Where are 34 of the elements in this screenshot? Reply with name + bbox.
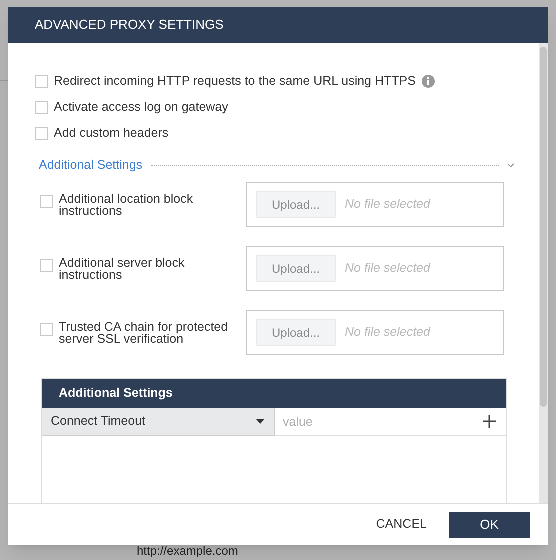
chevron-icon[interactable] <box>507 162 515 168</box>
upload-label: Trusted CA chain for protected server SSL verification <box>59 320 230 344</box>
option-label: Add custom headers <box>54 124 169 142</box>
file-upload-field[interactable]: Upload... No file selected <box>246 310 504 355</box>
value-field[interactable]: value <box>275 408 506 436</box>
ok-button[interactable]: OK <box>449 512 530 538</box>
file-status: No file selected <box>345 196 430 214</box>
option-label: Activate access log on gateway <box>54 98 228 116</box>
upload-button[interactable]: Upload... <box>256 255 336 282</box>
table-title: Additional Settings <box>59 385 173 402</box>
info-icon[interactable] <box>422 74 435 88</box>
checkbox[interactable] <box>35 100 48 114</box>
file-status: No file selected <box>345 260 430 278</box>
url-text: http://example.com <box>137 544 238 558</box>
checkbox[interactable] <box>35 126 48 140</box>
section-toggle[interactable]: Additional Settings <box>39 156 143 174</box>
file-status: No file selected <box>345 324 430 342</box>
upload-button[interactable]: Upload... <box>256 319 336 346</box>
upload-button[interactable]: Upload... <box>256 191 336 218</box>
cancel-button[interactable]: CANCEL <box>376 515 427 534</box>
add-icon[interactable] <box>483 415 496 428</box>
dialog-title: ADVANCED PROXY SETTINGS <box>35 16 224 34</box>
checkbox[interactable] <box>40 258 53 272</box>
checkbox[interactable] <box>40 194 53 208</box>
upload-label: Additional server block instructions <box>59 256 186 280</box>
dropdown-icon <box>256 419 265 424</box>
setting-select[interactable]: Connect Timeout <box>42 408 275 436</box>
scrollbar[interactable] <box>539 43 548 503</box>
option-label: Redirect incoming HTTP requests to the same URL using HTTPS <box>54 72 416 90</box>
checkbox[interactable] <box>35 74 48 88</box>
file-upload-field[interactable]: Upload... No file selected <box>246 246 504 291</box>
file-upload-field[interactable]: Upload... No file selected <box>246 182 504 227</box>
checkbox[interactable] <box>40 322 53 336</box>
upload-label: Additional location block instructions <box>59 192 194 216</box>
